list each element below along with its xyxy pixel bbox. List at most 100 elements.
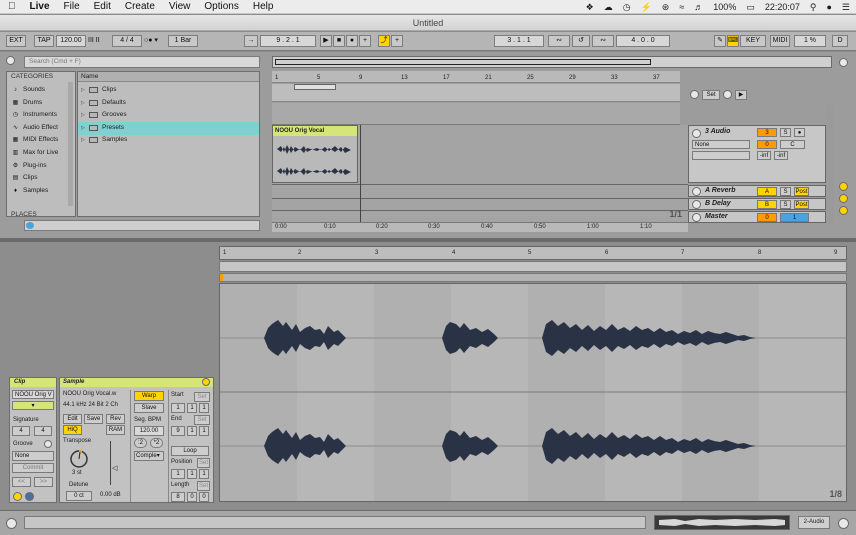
category-samples[interactable]: ♦ Samples bbox=[12, 185, 48, 198]
loop-brace[interactable] bbox=[294, 84, 336, 90]
punch-in-icon[interactable]: ∾ bbox=[548, 35, 570, 47]
signature-field[interactable]: 4 / 4 bbox=[112, 35, 142, 47]
detail-view-toggle-icon[interactable] bbox=[838, 518, 849, 529]
menu-create[interactable]: Create bbox=[125, 1, 155, 12]
menu-edit[interactable]: Edit bbox=[94, 1, 111, 12]
nudge-forward-button[interactable]: >> bbox=[34, 477, 53, 487]
expand-icon[interactable]: ▷ bbox=[81, 134, 87, 147]
expand-icon[interactable] bbox=[839, 58, 848, 67]
play-button[interactable]: ▶ bbox=[320, 35, 332, 47]
io-toggle-icon[interactable] bbox=[839, 182, 848, 191]
track-activator[interactable]: A bbox=[757, 187, 777, 196]
groove-pool-icon[interactable] bbox=[44, 440, 52, 448]
draw-mode-icon[interactable]: ✎ bbox=[714, 35, 726, 47]
menu-file[interactable]: File bbox=[64, 1, 80, 12]
tap-tempo-button[interactable]: TAP bbox=[34, 35, 54, 47]
expand-icon[interactable]: ▷ bbox=[81, 97, 87, 110]
reverse-button[interactable]: Rev bbox=[106, 414, 125, 424]
arrangement-vertical-scrollbar[interactable] bbox=[826, 105, 834, 223]
clock-icon[interactable]: ◷ bbox=[623, 2, 631, 13]
category-audio-effect[interactable]: ∿ Audio Effect bbox=[12, 122, 58, 135]
slave-button[interactable]: Slave bbox=[134, 403, 164, 413]
seg-bpm-field[interactable]: 120.00 bbox=[134, 426, 164, 436]
list-icon[interactable]: ☰ bbox=[842, 2, 850, 13]
arrangement-clip[interactable]: NOOU Orig Vocal bbox=[272, 125, 358, 183]
song-position-field[interactable]: 9 . 2 . 1 bbox=[260, 35, 316, 47]
returns-toggle-icon[interactable] bbox=[839, 206, 848, 215]
browser-item-grooves[interactable]: ▷ Grooves bbox=[81, 109, 259, 122]
track-header-a-reverb[interactable]: A Reverb A S Post bbox=[688, 185, 826, 197]
track-name[interactable]: A Reverb bbox=[705, 187, 735, 194]
category-midi-effects[interactable]: ▦ MIDI Effects bbox=[12, 134, 59, 147]
start-beat[interactable]: 1 bbox=[187, 403, 197, 413]
clip-sig-numerator[interactable]: 4 bbox=[12, 426, 30, 436]
category-plug-ins[interactable]: ⚙ Plug-ins bbox=[12, 160, 47, 173]
half-tempo-button[interactable]: :2 bbox=[134, 438, 147, 448]
set-locator-button[interactable]: Set bbox=[702, 90, 720, 100]
save-button[interactable]: Save bbox=[84, 414, 103, 424]
clip-color-select[interactable]: ▾ bbox=[12, 401, 54, 410]
punch-out-icon[interactable]: ∾ bbox=[592, 35, 614, 47]
input-channel-select[interactable] bbox=[692, 151, 750, 160]
loop-start-field[interactable]: 3 . 1 . 1 bbox=[494, 35, 544, 47]
fold-icon[interactable] bbox=[692, 187, 701, 196]
pan-field[interactable]: C bbox=[780, 140, 805, 149]
info-view-toggle-icon[interactable] bbox=[6, 518, 17, 529]
post-button[interactable]: Post bbox=[794, 200, 809, 209]
clock-readout[interactable]: 22:20:07 bbox=[765, 2, 800, 12]
category-sounds[interactable]: ♪ Sounds bbox=[12, 84, 45, 97]
clip-name-field[interactable]: NOOU Orig V bbox=[12, 390, 54, 399]
browser-item-samples[interactable]: ▷ Samples bbox=[81, 134, 259, 147]
clip-sig-denominator[interactable]: 4 bbox=[34, 426, 52, 436]
clip-header[interactable]: Clip bbox=[10, 378, 56, 387]
selected-track-label[interactable]: 2-Audio bbox=[798, 516, 830, 529]
expand-icon[interactable]: ▷ bbox=[81, 122, 87, 135]
category-max-for-live[interactable]: ▥ Max for Live bbox=[12, 147, 59, 160]
launch-toggle-icon[interactable] bbox=[25, 492, 34, 501]
double-tempo-button[interactable]: *2 bbox=[150, 438, 163, 448]
arrangement-clip-name[interactable]: NOOU Orig Vocal bbox=[273, 126, 357, 136]
preview-icon[interactable] bbox=[26, 222, 34, 229]
preview-bar[interactable] bbox=[24, 220, 260, 231]
beat-time-ruler[interactable]: 1 5 9 13 17 21 25 29 33 37 bbox=[272, 71, 680, 83]
length-beat[interactable]: 0 bbox=[187, 492, 197, 502]
browser-search-input[interactable]: Search (Cmd + F) bbox=[24, 56, 260, 68]
browser-toggle-icon[interactable] bbox=[6, 56, 15, 65]
track-name[interactable]: B Delay bbox=[705, 200, 731, 207]
expand-icon[interactable]: ▷ bbox=[81, 109, 87, 122]
menu-options[interactable]: Options bbox=[204, 1, 238, 12]
solo-button[interactable]: S bbox=[780, 128, 791, 137]
category-instruments[interactable]: ◷ Instruments bbox=[12, 109, 57, 122]
detune-value[interactable]: 0 ct bbox=[66, 491, 92, 501]
overview-bar[interactable] bbox=[272, 56, 832, 68]
length-bar[interactable]: 8 bbox=[171, 492, 185, 502]
start-set-button[interactable]: Set bbox=[194, 392, 210, 402]
menu-app[interactable]: Live bbox=[30, 1, 50, 12]
menu-view[interactable]: View bbox=[169, 1, 191, 12]
fold-icon[interactable] bbox=[692, 129, 701, 138]
expand-icon[interactable]: ▷ bbox=[81, 84, 87, 97]
overview-thumbnail[interactable] bbox=[654, 515, 790, 530]
hiq-button[interactable]: HiQ bbox=[63, 425, 82, 435]
track-activator[interactable]: 3 bbox=[757, 128, 777, 137]
sample-editor-ruler[interactable]: 1 2 3 4 5 6 7 8 9 bbox=[219, 246, 847, 260]
transpose-knob[interactable] bbox=[68, 448, 90, 470]
warp-button[interactable]: Warp bbox=[134, 391, 164, 401]
fold-icon[interactable] bbox=[692, 200, 701, 209]
transpose-value[interactable]: 3 st bbox=[72, 470, 82, 476]
length-sixteenth[interactable]: 0 bbox=[199, 492, 209, 502]
start-bar[interactable]: 1 bbox=[171, 403, 185, 413]
arm-button[interactable]: ● bbox=[794, 128, 805, 137]
bolt-icon[interactable]: ⚡ bbox=[641, 2, 652, 13]
add-icon[interactable]: + bbox=[391, 35, 403, 47]
send-a-value[interactable]: 0 bbox=[757, 140, 777, 149]
sample-panel-expand-icon[interactable] bbox=[202, 378, 210, 386]
ext-sync-button[interactable]: EXT bbox=[6, 35, 26, 47]
groove-select[interactable]: None bbox=[12, 451, 54, 461]
track-header-b-delay[interactable]: B Delay B S Post bbox=[688, 198, 826, 210]
warp-mode-select[interactable]: Comple▾ bbox=[134, 451, 164, 461]
clip-view-toggle-icon[interactable] bbox=[13, 492, 22, 501]
post-button[interactable]: Post bbox=[794, 187, 809, 196]
master-cue-value[interactable]: 0 bbox=[757, 213, 777, 222]
nudge-icon[interactable]: III II bbox=[88, 35, 100, 47]
